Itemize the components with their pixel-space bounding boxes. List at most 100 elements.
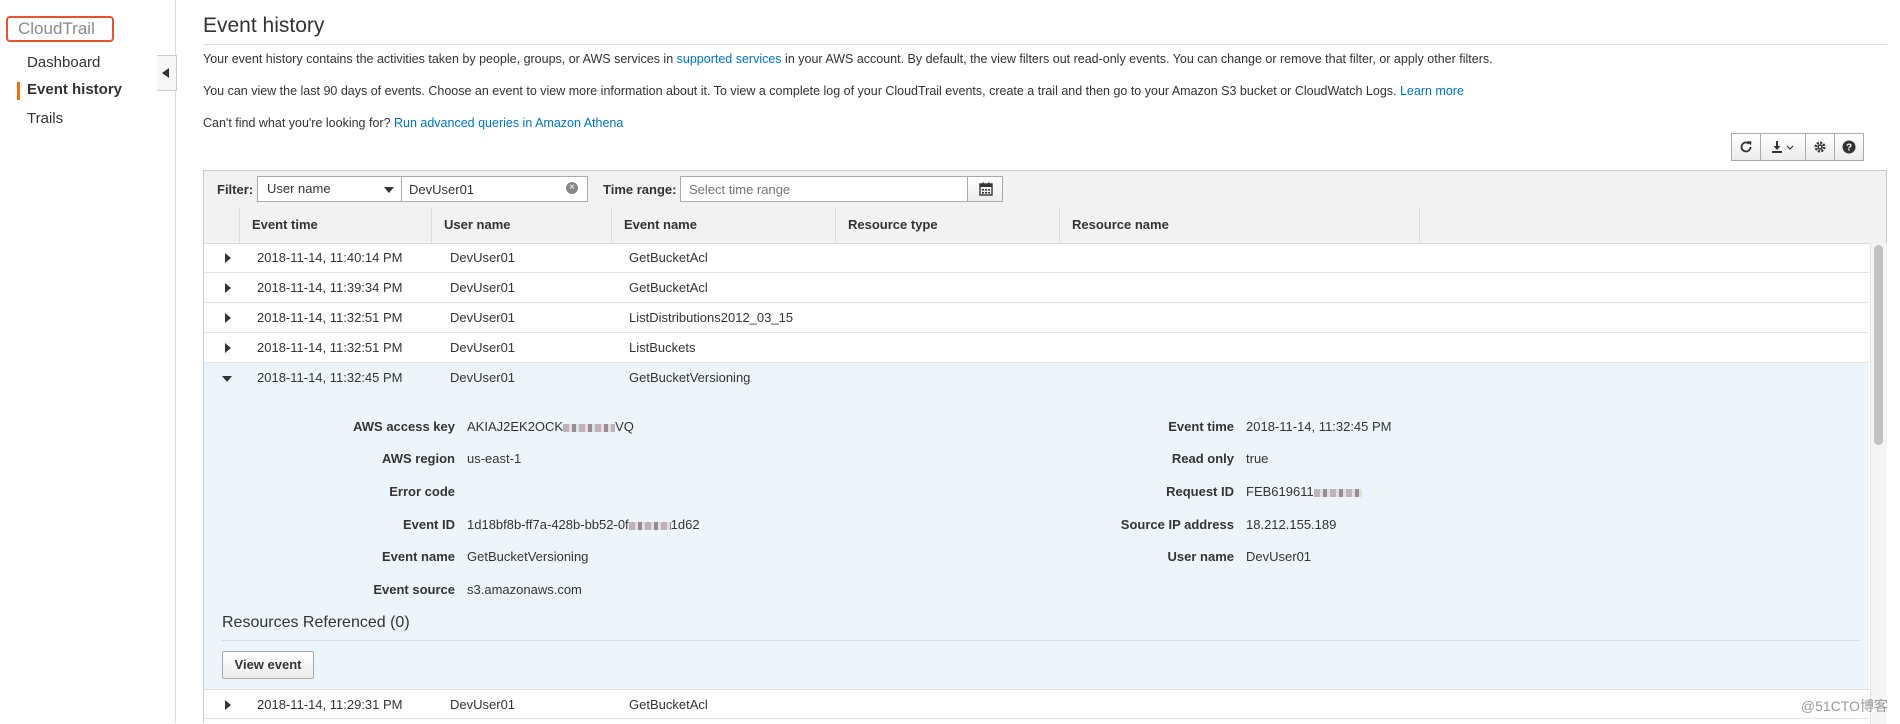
request-id-prefix: FEB619611 xyxy=(1246,484,1314,499)
detail-value: s3.amazonaws.com xyxy=(467,582,582,597)
filter-attribute-select[interactable]: User name xyxy=(257,176,403,202)
event-detail-panel: AWS access key AKIAJ2EK2OCK VQ AWS region… xyxy=(204,393,1869,689)
event-name-cell: GetBucketAcl xyxy=(629,280,708,295)
view-event-button[interactable]: View event xyxy=(222,651,314,679)
clear-icon[interactable]: × xyxy=(566,182,578,194)
redacted-mask xyxy=(628,521,671,530)
watermark: @51CTO博客 xyxy=(1800,698,1888,714)
refresh-button[interactable] xyxy=(1731,133,1761,161)
intro-text-1: Your event history contains the activiti… xyxy=(203,52,1493,66)
filter-bar: Filter: User name × Time range: xyxy=(204,171,1886,208)
user-name-cell: DevUser01 xyxy=(450,280,516,295)
access-key-prefix: AKIAJ2EK2OCK xyxy=(467,419,564,434)
sidebar-item-trails[interactable]: Trails xyxy=(27,110,63,127)
table-row[interactable]: 2018-11-14, 11:40:14 PM DevUser01 GetBuc… xyxy=(204,243,1869,273)
detail-value: true xyxy=(1246,451,1269,466)
user-name-cell: DevUser01 xyxy=(450,310,516,325)
download-button[interactable] xyxy=(1760,133,1806,161)
event-name-cell: GetBucketAcl xyxy=(629,250,708,265)
sidebar-item-dashboard[interactable]: Dashboard xyxy=(27,54,100,71)
calendar-icon xyxy=(979,182,993,196)
time-range-input[interactable] xyxy=(680,176,968,202)
detail-label: User name xyxy=(1167,549,1234,564)
svg-text:?: ? xyxy=(1846,143,1852,154)
user-name-cell: DevUser01 xyxy=(450,370,516,385)
table-row[interactable]: 2018-11-14, 11:39:34 PM DevUser01 GetBuc… xyxy=(204,273,1869,303)
filter-label: Filter: xyxy=(217,182,254,197)
detail-label: AWS access key xyxy=(353,419,455,434)
athena-link[interactable]: Run advanced queries in Amazon Athena xyxy=(394,116,623,130)
collapse-sidebar-button[interactable] xyxy=(157,55,177,91)
detail-value-request-id: FEB619611 xyxy=(1246,484,1362,499)
redacted-mask xyxy=(1313,488,1362,497)
detail-label: Event time xyxy=(1168,419,1234,434)
user-name-cell: DevUser01 xyxy=(450,250,516,265)
detail-value: DevUser01 xyxy=(1246,549,1312,564)
intro-text-2-a: You can view the last 90 days of events.… xyxy=(203,84,1400,98)
download-icon xyxy=(1772,141,1794,153)
detail-label: Error code xyxy=(389,484,455,499)
event-name-cell: ListDistributions2012_03_15 xyxy=(629,310,794,325)
table-row[interactable]: 2018-11-14, 11:32:51 PM DevUser01 ListBu… xyxy=(204,333,1869,363)
resources-divider xyxy=(222,640,1859,641)
detail-value-access-key: AKIAJ2EK2OCK VQ xyxy=(467,419,634,434)
column-header-event-name[interactable]: Event name xyxy=(612,207,836,243)
event-id-prefix: 1d18bf8b-ff7a-428b-bb52-0f xyxy=(467,517,629,532)
caret-down-icon xyxy=(384,187,394,193)
table-row-expanded[interactable]: 2018-11-14, 11:32:45 PM DevUser01 GetBuc… xyxy=(204,363,1869,393)
supported-services-link[interactable]: supported services xyxy=(677,52,782,66)
event-id-suffix: 1d62 xyxy=(670,517,700,532)
event-name-cell: GetBucketAcl xyxy=(629,697,708,712)
column-header-resource-type[interactable]: Resource type xyxy=(836,207,1060,243)
expand-arrow-icon xyxy=(225,700,231,710)
intro-text-1-b: in your AWS account. By default, the vie… xyxy=(781,52,1493,66)
chevron-left-icon xyxy=(162,68,169,78)
column-header-user-name[interactable]: User name xyxy=(432,207,612,243)
user-name-cell: DevUser01 xyxy=(450,697,516,712)
access-key-suffix: VQ xyxy=(615,419,634,434)
event-time-cell: 2018-11-14, 11:29:31 PM xyxy=(257,697,403,712)
intro-text-2: You can view the last 90 days of events.… xyxy=(203,84,1464,98)
event-time-cell: 2018-11-14, 11:32:51 PM xyxy=(257,340,403,355)
scrollbar-thumb[interactable] xyxy=(1874,245,1883,445)
detail-value: GetBucketVersioning xyxy=(467,549,589,564)
intro-text-1-a: Your event history contains the activiti… xyxy=(203,52,677,66)
expand-column-header xyxy=(204,207,240,243)
table-row[interactable]: 2018-11-14, 11:32:51 PM DevUser01 ListDi… xyxy=(204,303,1869,333)
table-row[interactable]: 2018-11-14, 11:29:31 PM DevUser01 GetBuc… xyxy=(204,689,1869,719)
intro-text-3-a: Can't find what you're looking for? xyxy=(203,116,394,130)
detail-label: Source IP address xyxy=(1120,517,1234,532)
collapse-arrow-icon xyxy=(222,376,232,382)
column-header-event-time[interactable]: Event time xyxy=(240,207,432,243)
detail-value: 2018-11-14, 11:32:45 PM xyxy=(1246,419,1392,434)
intro-text-3: Can't find what you're looking for? Run … xyxy=(203,116,623,130)
learn-more-link[interactable]: Learn more xyxy=(1400,84,1464,98)
detail-value-event-id: 1d18bf8b-ff7a-428b-bb52-0f 1d62 xyxy=(467,517,700,532)
detail-value: 18.212.155.189 xyxy=(1246,517,1337,532)
help-button[interactable]: ? xyxy=(1834,133,1864,161)
calendar-button[interactable] xyxy=(967,176,1003,202)
events-panel: Filter: User name × Time range: Event ti… xyxy=(203,170,1887,724)
expand-arrow-icon xyxy=(225,283,231,293)
time-range-label: Time range: xyxy=(603,182,677,197)
sidebar: CloudTrail Dashboard Event history Trail… xyxy=(0,0,176,723)
title-divider xyxy=(203,44,1887,45)
settings-icon xyxy=(1814,141,1826,153)
detail-label: Read only xyxy=(1171,451,1234,466)
refresh-icon xyxy=(1740,141,1752,153)
help-icon: ? xyxy=(1842,140,1856,154)
expand-arrow-icon xyxy=(225,343,231,353)
table-scrollbar[interactable] xyxy=(1870,243,1887,724)
event-time-cell: 2018-11-14, 11:39:34 PM xyxy=(257,280,403,295)
filter-value-input[interactable] xyxy=(401,176,588,202)
event-time-cell: 2018-11-14, 11:32:45 PM xyxy=(257,370,403,385)
detail-label: Event name xyxy=(382,549,455,564)
main-content: Event history Your event history contain… xyxy=(203,0,1887,724)
sidebar-item-event-history[interactable]: Event history xyxy=(27,81,122,98)
resources-referenced-title: Resources Referenced (0) xyxy=(222,614,410,631)
detail-label: AWS region xyxy=(382,451,455,466)
settings-button[interactable] xyxy=(1805,133,1835,161)
service-brand[interactable]: CloudTrail xyxy=(6,16,114,42)
detail-value: us-east-1 xyxy=(467,451,522,466)
column-header-resource-name[interactable]: Resource name xyxy=(1060,207,1420,243)
